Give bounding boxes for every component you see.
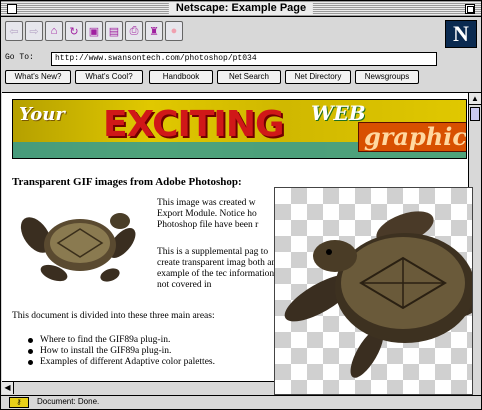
forward-button[interactable]: ⇨ xyxy=(25,21,43,41)
images-button[interactable]: ▣ xyxy=(85,21,103,41)
open-button[interactable]: ▤ xyxy=(105,21,123,41)
find-icon: ♜ xyxy=(149,25,159,38)
reload-icon: ↻ xyxy=(69,25,79,38)
whats-new-button[interactable]: What's New? xyxy=(5,70,71,84)
status-bar: ⚷ Document: Done. xyxy=(1,395,481,409)
toolbar: ⇦ ⇨ ⌂ ↻ ▣ ▤ ⎙ ♜ ● N xyxy=(1,18,481,48)
intro-text: This document is divided into these thre… xyxy=(12,311,215,321)
banner-graphic: graphic xyxy=(358,122,466,152)
stop-button[interactable]: ● xyxy=(165,21,183,41)
banner-your: Your xyxy=(19,104,65,125)
scroll-thumb[interactable] xyxy=(470,107,480,121)
goto-label: Go To: xyxy=(5,53,34,62)
turtle-large-image xyxy=(284,211,472,378)
directory-bar: What's New? What's Cool? Handbook Net Se… xyxy=(1,70,481,86)
print-icon: ⎙ xyxy=(129,24,139,37)
list-item: Examples of different Adaptive color pal… xyxy=(26,357,215,368)
home-icon: ⌂ xyxy=(50,25,58,37)
netscape-logo: N xyxy=(445,20,477,48)
bullet-list: Where to find the GIF89a plug-in. How to… xyxy=(26,335,215,368)
paragraph-2: This is a supplemental pag to create tra… xyxy=(157,247,277,290)
list-item: Where to find the GIF89a plug-in. xyxy=(26,335,215,346)
title-bar[interactable]: Netscape: Example Page xyxy=(1,1,481,17)
stop-icon: ● xyxy=(170,25,178,37)
list-item: How to install the GIF89a plug-in. xyxy=(26,346,215,357)
print-button[interactable]: ⎙ xyxy=(125,21,143,41)
reload-button[interactable]: ↻ xyxy=(65,21,83,41)
transparent-turtle-image xyxy=(274,187,473,395)
browser-window: Netscape: Example Page ⇦ ⇨ ⌂ ↻ ▣ ▤ ⎙ ♜ ●… xyxy=(0,0,482,410)
open-icon: ▤ xyxy=(108,25,120,38)
close-box[interactable] xyxy=(7,4,17,14)
net-search-button[interactable]: Net Search xyxy=(217,70,281,84)
status-text: Document: Done. xyxy=(37,397,100,406)
paragraph-1: This image was created w Export Module. … xyxy=(157,198,259,230)
forward-arrow-icon: ⇨ xyxy=(29,25,39,38)
window-title: Netscape: Example Page xyxy=(168,2,314,15)
back-button[interactable]: ⇦ xyxy=(5,21,23,41)
turtle-thumbnail-image xyxy=(20,213,136,282)
scroll-left-arrow-icon[interactable]: ◀ xyxy=(2,382,14,394)
scroll-up-arrow-icon[interactable]: ▲ xyxy=(469,93,481,105)
url-field[interactable]: http://www.swansontech.com/photoshop/pt0… xyxy=(51,52,437,66)
newsgroups-button[interactable]: Newsgroups xyxy=(355,70,419,84)
images-icon: ▣ xyxy=(88,25,100,38)
security-key-icon: ⚷ xyxy=(9,397,29,408)
banner-image: Your EXCITING WEB graphic xyxy=(12,99,467,159)
handbook-button[interactable]: Handbook xyxy=(149,70,213,84)
page-heading: Transparent GIF images from Adobe Photos… xyxy=(12,176,242,188)
back-arrow-icon: ⇦ xyxy=(9,25,19,38)
banner-exciting: EXCITING xyxy=(103,104,285,145)
find-button[interactable]: ♜ xyxy=(145,21,163,41)
home-button[interactable]: ⌂ xyxy=(45,21,63,41)
net-directory-button[interactable]: Net Directory xyxy=(285,70,351,84)
whats-cool-button[interactable]: What's Cool? xyxy=(75,70,143,84)
zoom-box[interactable] xyxy=(465,4,475,14)
location-bar: Go To: http://www.swansontech.com/photos… xyxy=(1,52,443,66)
